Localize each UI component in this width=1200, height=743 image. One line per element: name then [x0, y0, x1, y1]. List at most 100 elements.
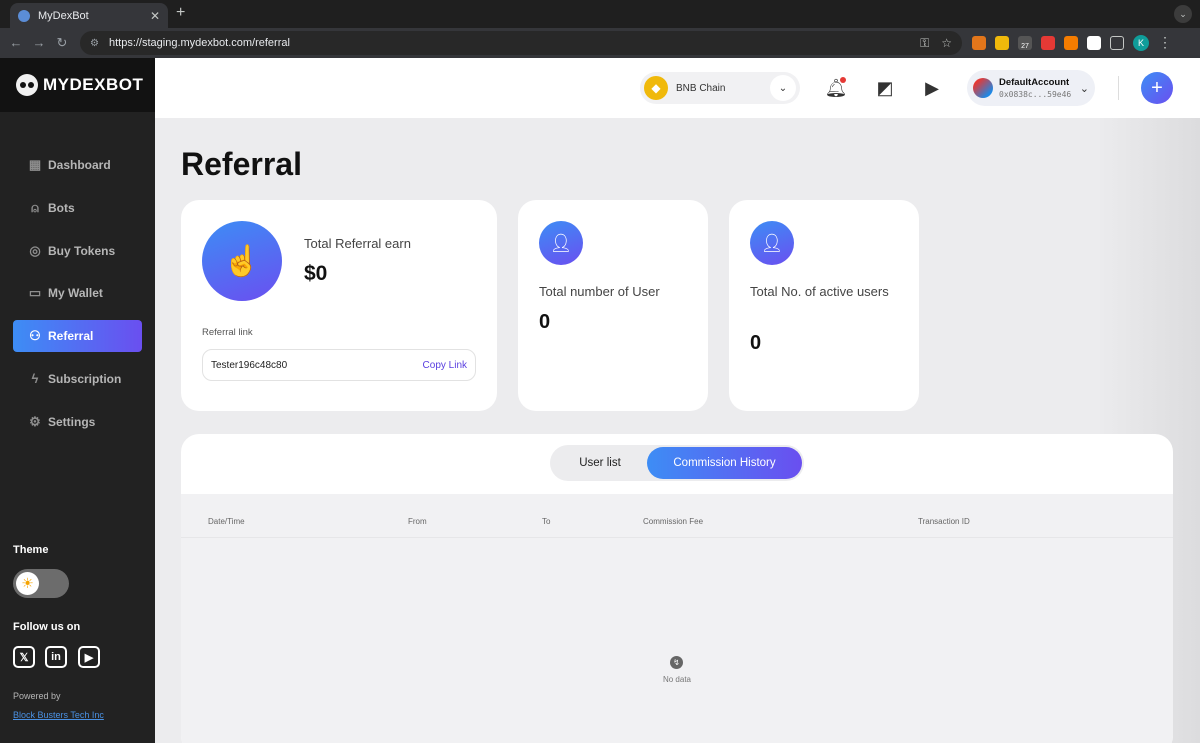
commission-panel: User list Commission History Date/Time F… — [181, 434, 1173, 743]
chain-selector[interactable]: ◆ BNB Chain ⌄ — [640, 72, 800, 104]
earn-label: Total Referral earn — [304, 236, 411, 251]
bot-icon: ⍝ — [31, 199, 39, 215]
sidebar-item-label: Bots — [48, 200, 75, 215]
table-tabs: User list Commission History — [550, 445, 804, 481]
password-key-icon[interactable]: ⚿ — [920, 36, 929, 51]
browser-tab-bar: MyDexBot ✕ + ⌄ — [0, 0, 1200, 28]
sidebar-item-buy-tokens[interactable]: ◎ Buy Tokens — [13, 235, 142, 267]
total-users-card: 👤︎ Total number of User 0 — [518, 200, 708, 411]
users-icon: ⚇ — [29, 328, 41, 344]
empty-state-icon: ↯ — [670, 656, 683, 669]
x-icon[interactable]: 𝕏 — [13, 646, 35, 668]
extensions-row: 27 K ⋮ — [972, 34, 1172, 51]
active-users-label: Total No. of active users — [750, 284, 889, 299]
logo-text: MYDEXBOT — [43, 75, 144, 94]
account-name: DefaultAccount — [999, 77, 1070, 88]
account-selector[interactable]: DefaultAccount 0x0838c...59e46 ⌄ — [967, 70, 1095, 106]
sidebar-item-dashboard[interactable]: ▦ Dashboard — [13, 149, 142, 181]
browser-menu-icon[interactable]: ⋮ — [1158, 34, 1172, 51]
extension-badge-icon[interactable]: 27 — [1018, 35, 1032, 50]
referral-link-field[interactable]: Tester196c48c80 Copy Link — [202, 349, 476, 381]
raccoon-logo-icon — [16, 74, 38, 96]
tab-user-list[interactable]: User list — [554, 447, 646, 479]
commission-table: Date/Time From To Commission Fee Transac… — [181, 494, 1173, 743]
chevron-down-icon[interactable]: ⌄ — [1080, 82, 1089, 95]
empty-state-text: No data — [662, 675, 692, 684]
close-tab-icon[interactable]: ✕ — [150, 9, 160, 23]
browser-tab[interactable]: MyDexBot ✕ — [10, 3, 168, 28]
youtube-icon[interactable]: ▶ — [78, 646, 100, 668]
earn-value: $0 — [304, 262, 328, 285]
address-url[interactable]: https://staging.mydexbot.com/referral — [109, 37, 908, 49]
theme-label: Theme — [13, 544, 49, 556]
sidebar-item-label: My Wallet — [48, 286, 103, 301]
referral-earn-card: ☝ Total Referral earn $0 Referral link T… — [181, 200, 497, 411]
user-icon: 👤︎ — [750, 221, 794, 265]
brand-logo[interactable]: MYDEXBOT — [0, 58, 155, 112]
video-play-icon[interactable]: ▶ — [920, 76, 944, 100]
sidebar-item-referral[interactable]: ⚇ Referral — [13, 320, 142, 353]
sidebar-item-bots[interactable]: ⍝ Bots — [13, 192, 142, 224]
reload-icon[interactable]: ↻ — [54, 35, 70, 51]
binance-extension-icon[interactable] — [995, 35, 1009, 50]
wallet-icon: ▭ — [28, 285, 42, 301]
column-header: From — [408, 517, 427, 526]
linkedin-icon[interactable]: in — [45, 646, 67, 668]
site-info-icon[interactable]: ⚙ — [90, 38, 99, 49]
sidebar-item-settings[interactable]: ⚙ Settings — [13, 406, 142, 438]
top-header: ◆ BNB Chain ⌄ 🔔︎ ◩ ▶ DefaultAccount 0x08… — [155, 58, 1200, 118]
forward-arrow-icon[interactable]: → — [31, 35, 47, 50]
metamask-extension-icon[interactable] — [972, 35, 986, 50]
active-users-value: 0 — [750, 332, 762, 354]
sidebar-item-label: Settings — [48, 414, 96, 429]
header-divider — [1118, 76, 1119, 100]
sidebar-item-label: Dashboard — [48, 158, 111, 172]
sidebar-item-subscription[interactable]: ϟ Subscription — [13, 363, 142, 395]
copy-link-button[interactable]: Copy Link — [423, 360, 467, 371]
puzzle-extensions-icon[interactable] — [1110, 35, 1124, 50]
user-icon: 👤︎ — [539, 221, 583, 265]
mydexbot-favicon-icon — [18, 9, 30, 22]
theme-toggle[interactable]: ☀ — [13, 569, 69, 598]
gear-icon: ⚙ — [29, 413, 41, 429]
notification-dot — [840, 77, 846, 83]
sidebar-item-my-wallet[interactable]: ▭ My Wallet — [13, 277, 142, 309]
sun-icon: ☀ — [16, 572, 39, 595]
white-extension-icon[interactable] — [1087, 35, 1101, 50]
grid-icon: ▦ — [28, 157, 42, 172]
tab-search-icon[interactable]: ⌄ — [1174, 5, 1192, 23]
sidebar-nav: ▦ Dashboard ⍝ Bots ◎ Buy Tokens ▭ My Wal… — [13, 149, 142, 449]
column-header: Transaction ID — [918, 517, 970, 526]
sidebar-item-label: Subscription — [48, 371, 122, 386]
bnb-chain-icon: ◆ — [644, 76, 668, 100]
browser-tab-title: MyDexBot — [38, 9, 89, 22]
notification-bell-icon[interactable]: 🔔︎ — [824, 76, 848, 100]
new-tab-button[interactable]: + — [176, 4, 185, 22]
sidebar: MYDEXBOT ▦ Dashboard ⍝ Bots ◎ Buy Tokens… — [0, 58, 155, 743]
orange-extension-icon[interactable] — [1064, 35, 1078, 50]
account-avatar — [973, 78, 993, 98]
account-info: DefaultAccount 0x0838c...59e46 — [999, 77, 1080, 99]
add-button[interactable]: + — [1141, 72, 1173, 104]
token-icon: ◎ — [29, 242, 41, 258]
profile-avatar[interactable]: K — [1133, 34, 1149, 51]
bookmark-star-icon[interactable]: ☆ — [941, 36, 952, 50]
browser-toolbar: ← → ↻ ⚙ https://staging.mydexbot.com/ref… — [0, 28, 1200, 58]
address-bar[interactable]: ⚙ https://staging.mydexbot.com/referral … — [80, 31, 962, 55]
chain-name: BNB Chain — [676, 82, 726, 94]
bolt-icon: ϟ — [31, 371, 39, 387]
back-arrow-icon[interactable]: ← — [8, 35, 24, 50]
column-header: Date/Time — [208, 517, 245, 526]
company-link[interactable]: Block Busters Tech Inc — [13, 710, 104, 720]
hand-user-icon: ☝ — [202, 221, 282, 301]
follow-label: Follow us on — [13, 621, 81, 633]
referral-link-label: Referral link — [202, 327, 253, 338]
wallet-icon[interactable]: ◩ — [873, 76, 897, 100]
chevron-down-icon[interactable]: ⌄ — [770, 75, 796, 101]
page-title: Referral — [181, 146, 302, 182]
sidebar-item-label: Buy Tokens — [48, 243, 116, 258]
red-extension-icon[interactable] — [1041, 35, 1055, 50]
table-header: Date/Time From To Commission Fee Transac… — [181, 494, 1173, 538]
tab-commission-history[interactable]: Commission History — [647, 447, 802, 479]
referral-code: Tester196c48c80 — [211, 359, 288, 371]
